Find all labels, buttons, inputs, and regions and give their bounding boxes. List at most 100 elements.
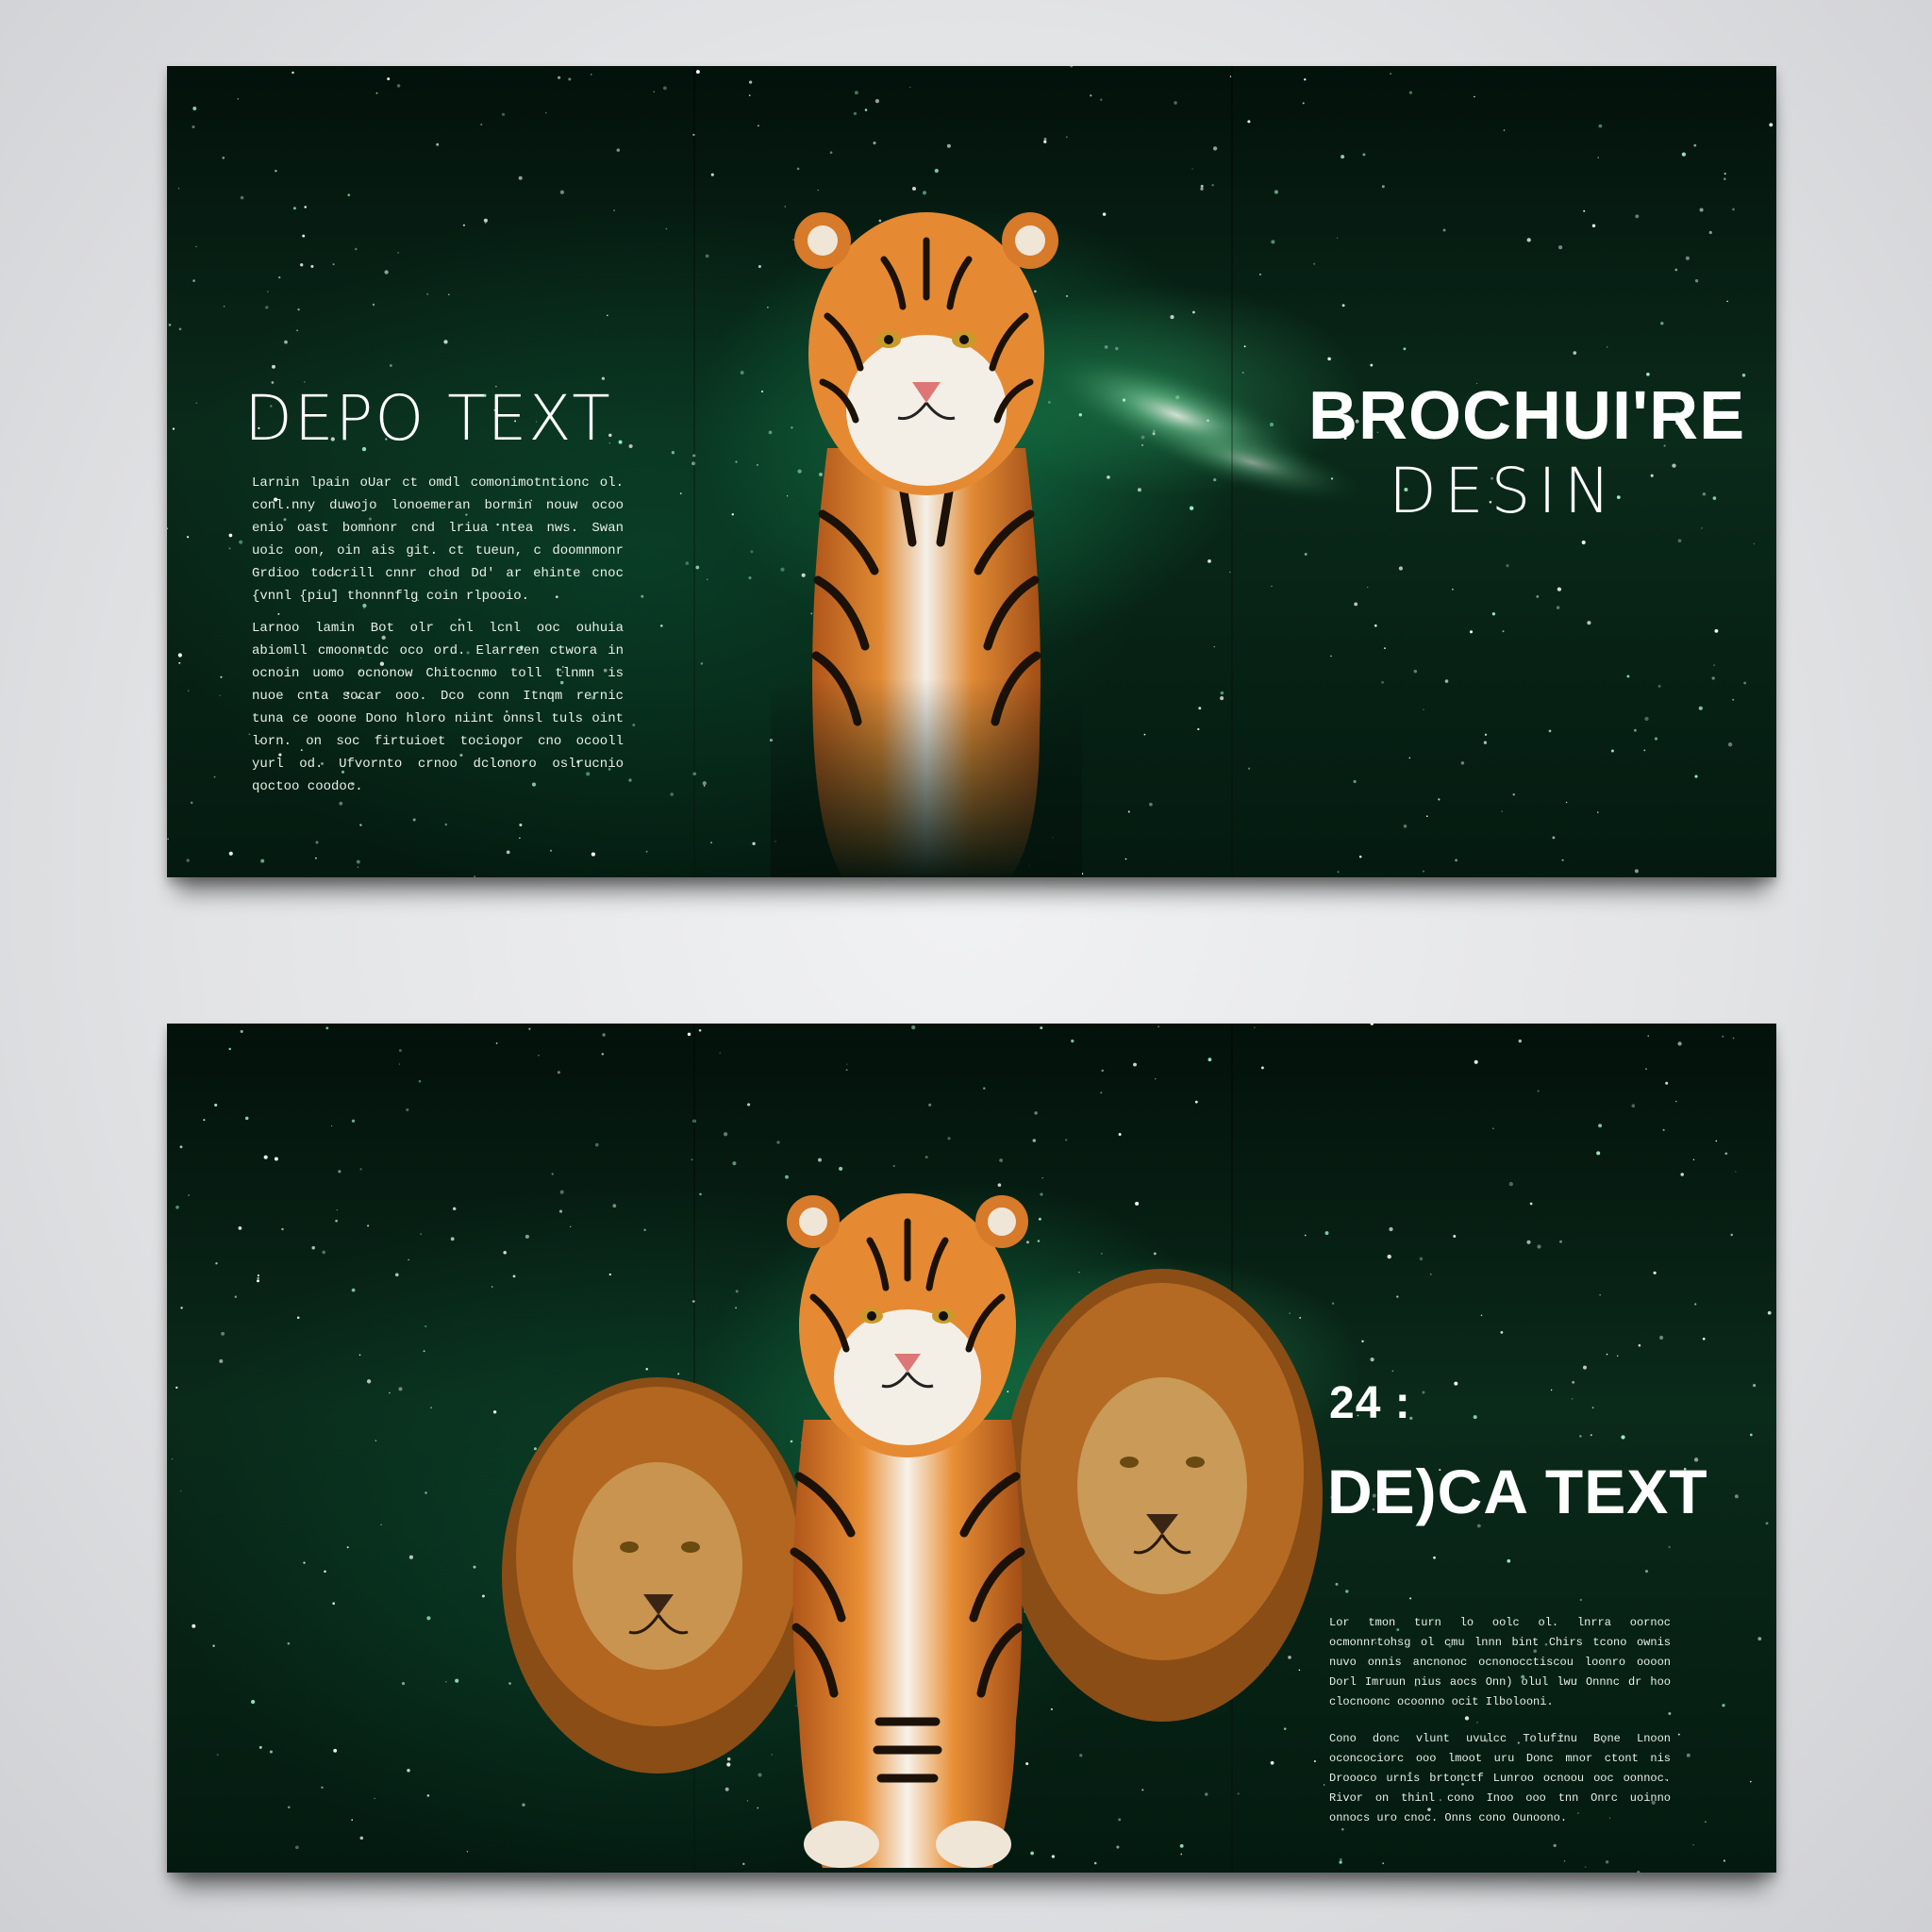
star	[1644, 1068, 1648, 1071]
star	[450, 1237, 455, 1241]
star	[1283, 1727, 1287, 1730]
star	[1051, 1855, 1056, 1858]
star	[374, 1797, 375, 1800]
star	[785, 1174, 789, 1179]
star	[175, 1205, 179, 1209]
star	[1665, 1081, 1669, 1085]
left-panel-paragraph-1: Larnin lpain oUar ct omdl comonimotntion…	[252, 475, 624, 604]
star	[1571, 1397, 1574, 1400]
star	[1313, 1760, 1316, 1762]
star	[1692, 1158, 1695, 1160]
star	[491, 1286, 493, 1288]
star	[1537, 1090, 1540, 1092]
star	[1637, 1871, 1641, 1873]
star	[406, 1108, 409, 1112]
star	[188, 1194, 190, 1196]
star	[346, 1546, 349, 1549]
star	[1361, 1340, 1364, 1343]
star	[1370, 1024, 1374, 1025]
star	[219, 1358, 224, 1363]
star	[215, 1262, 218, 1265]
star	[735, 1290, 739, 1293]
fold-line-left	[693, 66, 695, 877]
star	[1205, 1792, 1208, 1796]
star	[1749, 1433, 1753, 1437]
star	[240, 1029, 243, 1033]
star	[250, 1699, 256, 1705]
brochure-inner-spread: 24 : DE)CA TEXT Lor tmon turn lo oolc ol…	[167, 1024, 1776, 1873]
star	[699, 1192, 702, 1196]
star	[1605, 1860, 1609, 1864]
star	[1675, 1100, 1677, 1103]
star	[296, 1316, 300, 1320]
star	[1753, 1384, 1757, 1388]
star	[1071, 1039, 1074, 1043]
star	[333, 1748, 338, 1753]
right-panel-title: BROCHUI'RE	[1308, 378, 1746, 454]
star	[1492, 1127, 1494, 1130]
star	[426, 1616, 431, 1621]
left-panel-body-text: Larnin lpain oUar ct omdl comonimotntion…	[252, 472, 624, 808]
star	[1433, 1556, 1436, 1559]
star	[1702, 1337, 1706, 1341]
star	[1453, 1235, 1457, 1238]
star	[1304, 1234, 1307, 1237]
star	[1732, 1037, 1735, 1040]
star	[1638, 1343, 1641, 1347]
star	[1040, 1026, 1043, 1030]
star	[408, 1555, 413, 1559]
star	[1507, 1558, 1511, 1563]
star	[425, 1324, 427, 1328]
star	[1722, 1035, 1724, 1038]
star	[1141, 1789, 1144, 1791]
star	[359, 1168, 362, 1171]
star	[538, 1054, 540, 1057]
star	[214, 1103, 218, 1107]
star	[1621, 1435, 1625, 1440]
star	[732, 1161, 737, 1166]
star	[1093, 1861, 1097, 1865]
star	[303, 1561, 306, 1564]
star	[983, 1087, 986, 1090]
star	[747, 1103, 751, 1107]
star	[351, 1819, 354, 1822]
star	[1653, 1271, 1657, 1274]
star	[1034, 1111, 1038, 1115]
star	[420, 1233, 422, 1235]
star	[495, 1042, 498, 1044]
star	[1370, 1357, 1374, 1362]
star	[1631, 1104, 1636, 1108]
star	[698, 1028, 702, 1032]
star	[1101, 1253, 1103, 1255]
star	[757, 1807, 759, 1809]
star	[180, 1307, 183, 1309]
star	[238, 1226, 242, 1230]
star	[192, 1624, 196, 1628]
star	[1153, 1252, 1157, 1256]
star	[1677, 1041, 1682, 1046]
star	[1331, 1302, 1335, 1305]
star	[401, 1682, 406, 1686]
star	[1454, 1381, 1458, 1386]
star	[551, 1173, 554, 1175]
star	[398, 1049, 402, 1053]
star	[1686, 1753, 1690, 1757]
star	[335, 1219, 338, 1223]
star	[776, 1141, 780, 1144]
star	[1606, 1353, 1608, 1356]
star	[999, 1158, 1004, 1162]
star	[311, 1246, 315, 1250]
star	[295, 1845, 299, 1850]
star	[1118, 1133, 1122, 1136]
star	[325, 1026, 329, 1030]
lion-right-illustration	[1002, 1269, 1323, 1722]
star	[1133, 1062, 1137, 1067]
star	[601, 1053, 605, 1056]
star	[203, 1119, 206, 1122]
star	[557, 1071, 560, 1074]
star	[367, 1224, 370, 1227]
star	[358, 1354, 361, 1357]
star	[1237, 1792, 1240, 1795]
star	[1596, 1151, 1601, 1156]
star	[758, 1773, 762, 1777]
